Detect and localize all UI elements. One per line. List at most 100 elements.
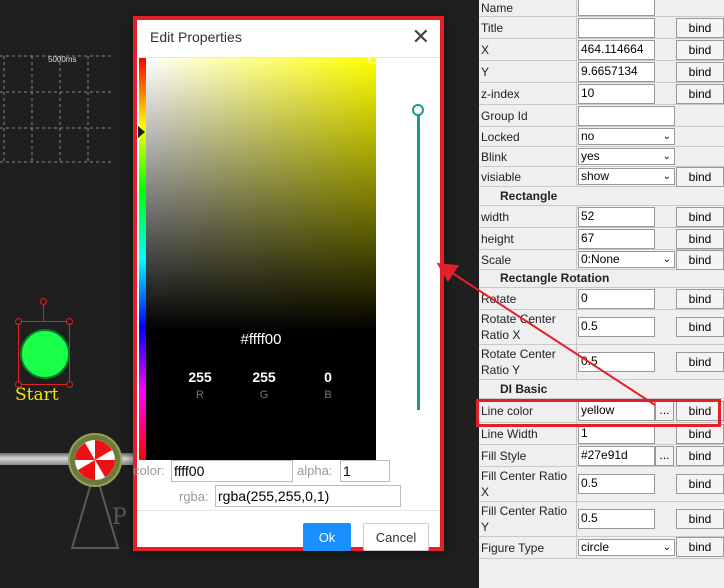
bind-button[interactable]: bind (676, 40, 724, 60)
cancel-button[interactable]: Cancel (363, 523, 429, 551)
dialog-title: Edit Properties (150, 29, 242, 45)
grid-time-label: 5000ms (48, 55, 77, 64)
chevron-down-icon: ⌄ (662, 131, 671, 142)
bind-button[interactable]: bind (676, 424, 724, 444)
color-field-label: color: (133, 463, 165, 478)
width-input[interactable]: 52 (578, 207, 655, 227)
locked-select[interactable]: no ⌄ (578, 128, 675, 145)
prop-label: Figure Type (480, 537, 577, 558)
x-input[interactable]: 464.114664 (578, 40, 655, 60)
alpha-input[interactable]: 1 (340, 460, 390, 482)
color-picker-handle[interactable] (368, 54, 378, 64)
height-input[interactable]: 67 (578, 229, 655, 249)
select-value: no (581, 129, 595, 143)
select-value: show (581, 169, 610, 183)
dialog-header: Edit Properties ✕ (137, 20, 440, 58)
prop-row-blink: Blink yes ⌄ (479, 147, 724, 167)
fill-center-x-input[interactable]: 0.5 (578, 474, 655, 494)
visiable-select[interactable]: show ⌄ (578, 168, 675, 185)
rgba-input[interactable]: rgba(255,255,0,1) (215, 485, 401, 507)
edit-properties-dialog: Edit Properties ✕ #ffff00 255 R 255 G 0 … (133, 16, 444, 551)
prop-label: Scale (480, 250, 577, 269)
prop-row-locked: Locked no ⌄ (479, 127, 724, 147)
color-picker-button[interactable]: ... (655, 446, 674, 466)
figure-type-select[interactable]: circle ⌄ (578, 539, 675, 556)
bind-button[interactable]: bind (676, 474, 724, 494)
bind-button[interactable]: bind (676, 62, 724, 82)
alpha-slider[interactable] (417, 108, 420, 410)
select-value: 0:None (581, 252, 620, 266)
y-input[interactable]: 9.6657134 (578, 62, 655, 82)
fill-center-y-input[interactable]: 0.5 (578, 509, 655, 529)
bind-button[interactable]: bind (676, 446, 724, 466)
pump-label: P (112, 505, 127, 530)
prop-label: visiable (480, 167, 577, 186)
chevron-down-icon: ⌄ (662, 171, 671, 182)
close-icon[interactable]: ✕ (412, 26, 430, 48)
prop-row-group-id: Group Id (479, 105, 724, 127)
resize-handle-tl[interactable] (15, 318, 22, 325)
bind-button[interactable]: bind (676, 317, 724, 337)
bind-button[interactable]: bind (676, 84, 724, 104)
chevron-down-icon: ⌄ (662, 151, 671, 162)
prop-label: Rotate Center Ratio Y (480, 345, 577, 379)
rotate-center-y-input[interactable]: 0.5 (578, 352, 655, 372)
color-hex-input[interactable]: ffff00 (171, 460, 293, 482)
zindex-input[interactable]: 10 (578, 84, 655, 104)
prop-label: Name (480, 0, 577, 16)
title-input[interactable] (578, 18, 655, 38)
bind-button[interactable]: bind (676, 250, 724, 270)
pump-stand[interactable] (60, 430, 140, 555)
section-rectangle: Rectangle (479, 187, 724, 206)
line-width-input[interactable]: 1 (578, 424, 655, 444)
alpha-field-label: alpha: (297, 463, 333, 478)
prop-row-height: height 67 bind (479, 228, 724, 250)
bind-button[interactable]: bind (676, 537, 724, 557)
resize-handle-br[interactable] (66, 381, 73, 388)
start-label[interactable]: Start (15, 385, 59, 405)
bind-button[interactable]: bind (676, 229, 724, 249)
channel-label: B (324, 389, 332, 401)
dialog-footer-divider (137, 510, 440, 511)
rotate-handle[interactable] (40, 298, 47, 305)
prop-row-figure-type: Figure Type circle ⌄ bind (479, 537, 724, 559)
bind-button[interactable]: bind (676, 167, 724, 187)
prop-label: Fill Center Ratio X (480, 467, 577, 501)
channel-red: 255 R (175, 369, 225, 401)
prop-row-fill-center-x: Fill Center Ratio X 0.5 bind (479, 467, 724, 502)
blink-select[interactable]: yes ⌄ (578, 148, 675, 165)
channel-value: 255 (252, 369, 276, 385)
rotate-center-x-input[interactable]: 0.5 (578, 317, 655, 337)
hex-color-display: #ffff00 (240, 331, 282, 348)
prop-row-rotate-center-y: Rotate Center Ratio Y 0.5 bind (479, 345, 724, 380)
select-value: circle (581, 540, 610, 554)
name-input[interactable] (578, 0, 655, 16)
hue-slider[interactable] (139, 58, 146, 460)
fill-style-input[interactable]: #27e91d (578, 446, 655, 466)
bind-button[interactable]: bind (676, 509, 724, 529)
bind-button[interactable]: bind (676, 289, 724, 309)
resize-handle-tr[interactable] (66, 318, 73, 325)
ok-button[interactable]: Ok (303, 523, 351, 551)
alpha-slider-handle[interactable] (412, 104, 424, 116)
bind-button[interactable]: bind (676, 352, 724, 372)
channel-label: G (259, 389, 269, 401)
prop-row-width: width 52 bind (479, 206, 724, 228)
prop-label: Rotate Center Ratio X (480, 310, 577, 344)
prop-label: Rotate (480, 288, 577, 309)
section-rectangle-rotation: Rectangle Rotation (479, 270, 724, 288)
rotate-input[interactable]: 0 (578, 289, 655, 309)
scale-select[interactable]: 0:None ⌄ (578, 251, 675, 268)
bind-button[interactable]: bind (676, 207, 724, 227)
prop-label: height (480, 228, 577, 249)
prop-label: Blink (480, 147, 577, 166)
chart-placeholder (0, 55, 112, 163)
prop-row-visiable: visiable show ⌄ bind (479, 167, 724, 187)
indicator-circle[interactable] (20, 329, 70, 379)
hue-pointer-icon[interactable] (138, 126, 145, 138)
group-id-input[interactable] (578, 106, 675, 126)
bind-button[interactable]: bind (676, 18, 724, 38)
rgba-field-label: rgba: (179, 489, 209, 504)
annotation-highlight-box (476, 399, 721, 427)
prop-label: width (480, 206, 577, 227)
